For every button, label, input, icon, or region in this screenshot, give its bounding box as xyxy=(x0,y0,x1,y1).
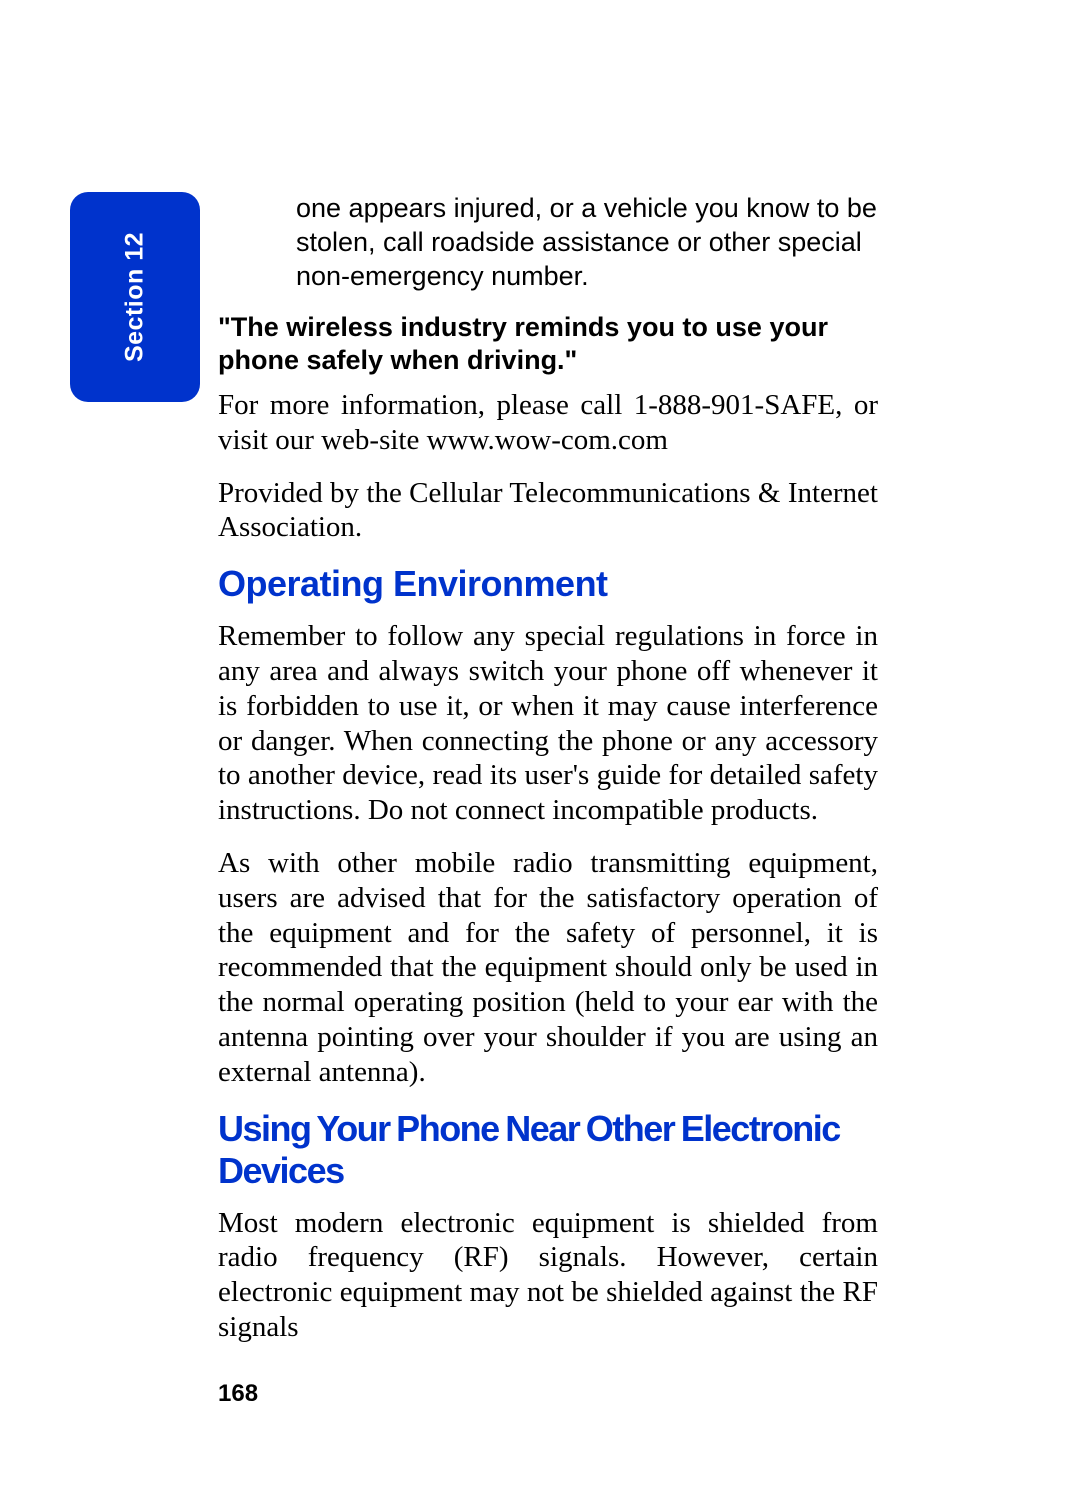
page-content: one appears injured, or a vehicle you kn… xyxy=(218,192,878,1363)
info-paragraph-2: Provided by the Cellular Telecommunicati… xyxy=(218,476,878,546)
info-paragraph-1: For more information, please call 1-888-… xyxy=(218,388,878,458)
page-number: 168 xyxy=(218,1380,258,1408)
safety-quote: "The wireless industry reminds you to us… xyxy=(218,311,878,376)
heading-operating-environment: Operating Environment xyxy=(218,563,878,605)
intro-paragraph: one appears injured, or a vehicle you kn… xyxy=(218,192,878,293)
electronic-devices-paragraph: Most modern electronic equipment is shie… xyxy=(218,1206,878,1345)
section-tab: Section 12 xyxy=(70,192,200,402)
operating-env-paragraph-2: As with other mobile radio transmitting … xyxy=(218,846,878,1090)
heading-electronic-devices: Using Your Phone Near Other Electronic D… xyxy=(218,1108,878,1192)
section-tab-label: Section 12 xyxy=(121,232,150,362)
operating-env-paragraph-1: Remember to follow any special regulatio… xyxy=(218,619,878,828)
